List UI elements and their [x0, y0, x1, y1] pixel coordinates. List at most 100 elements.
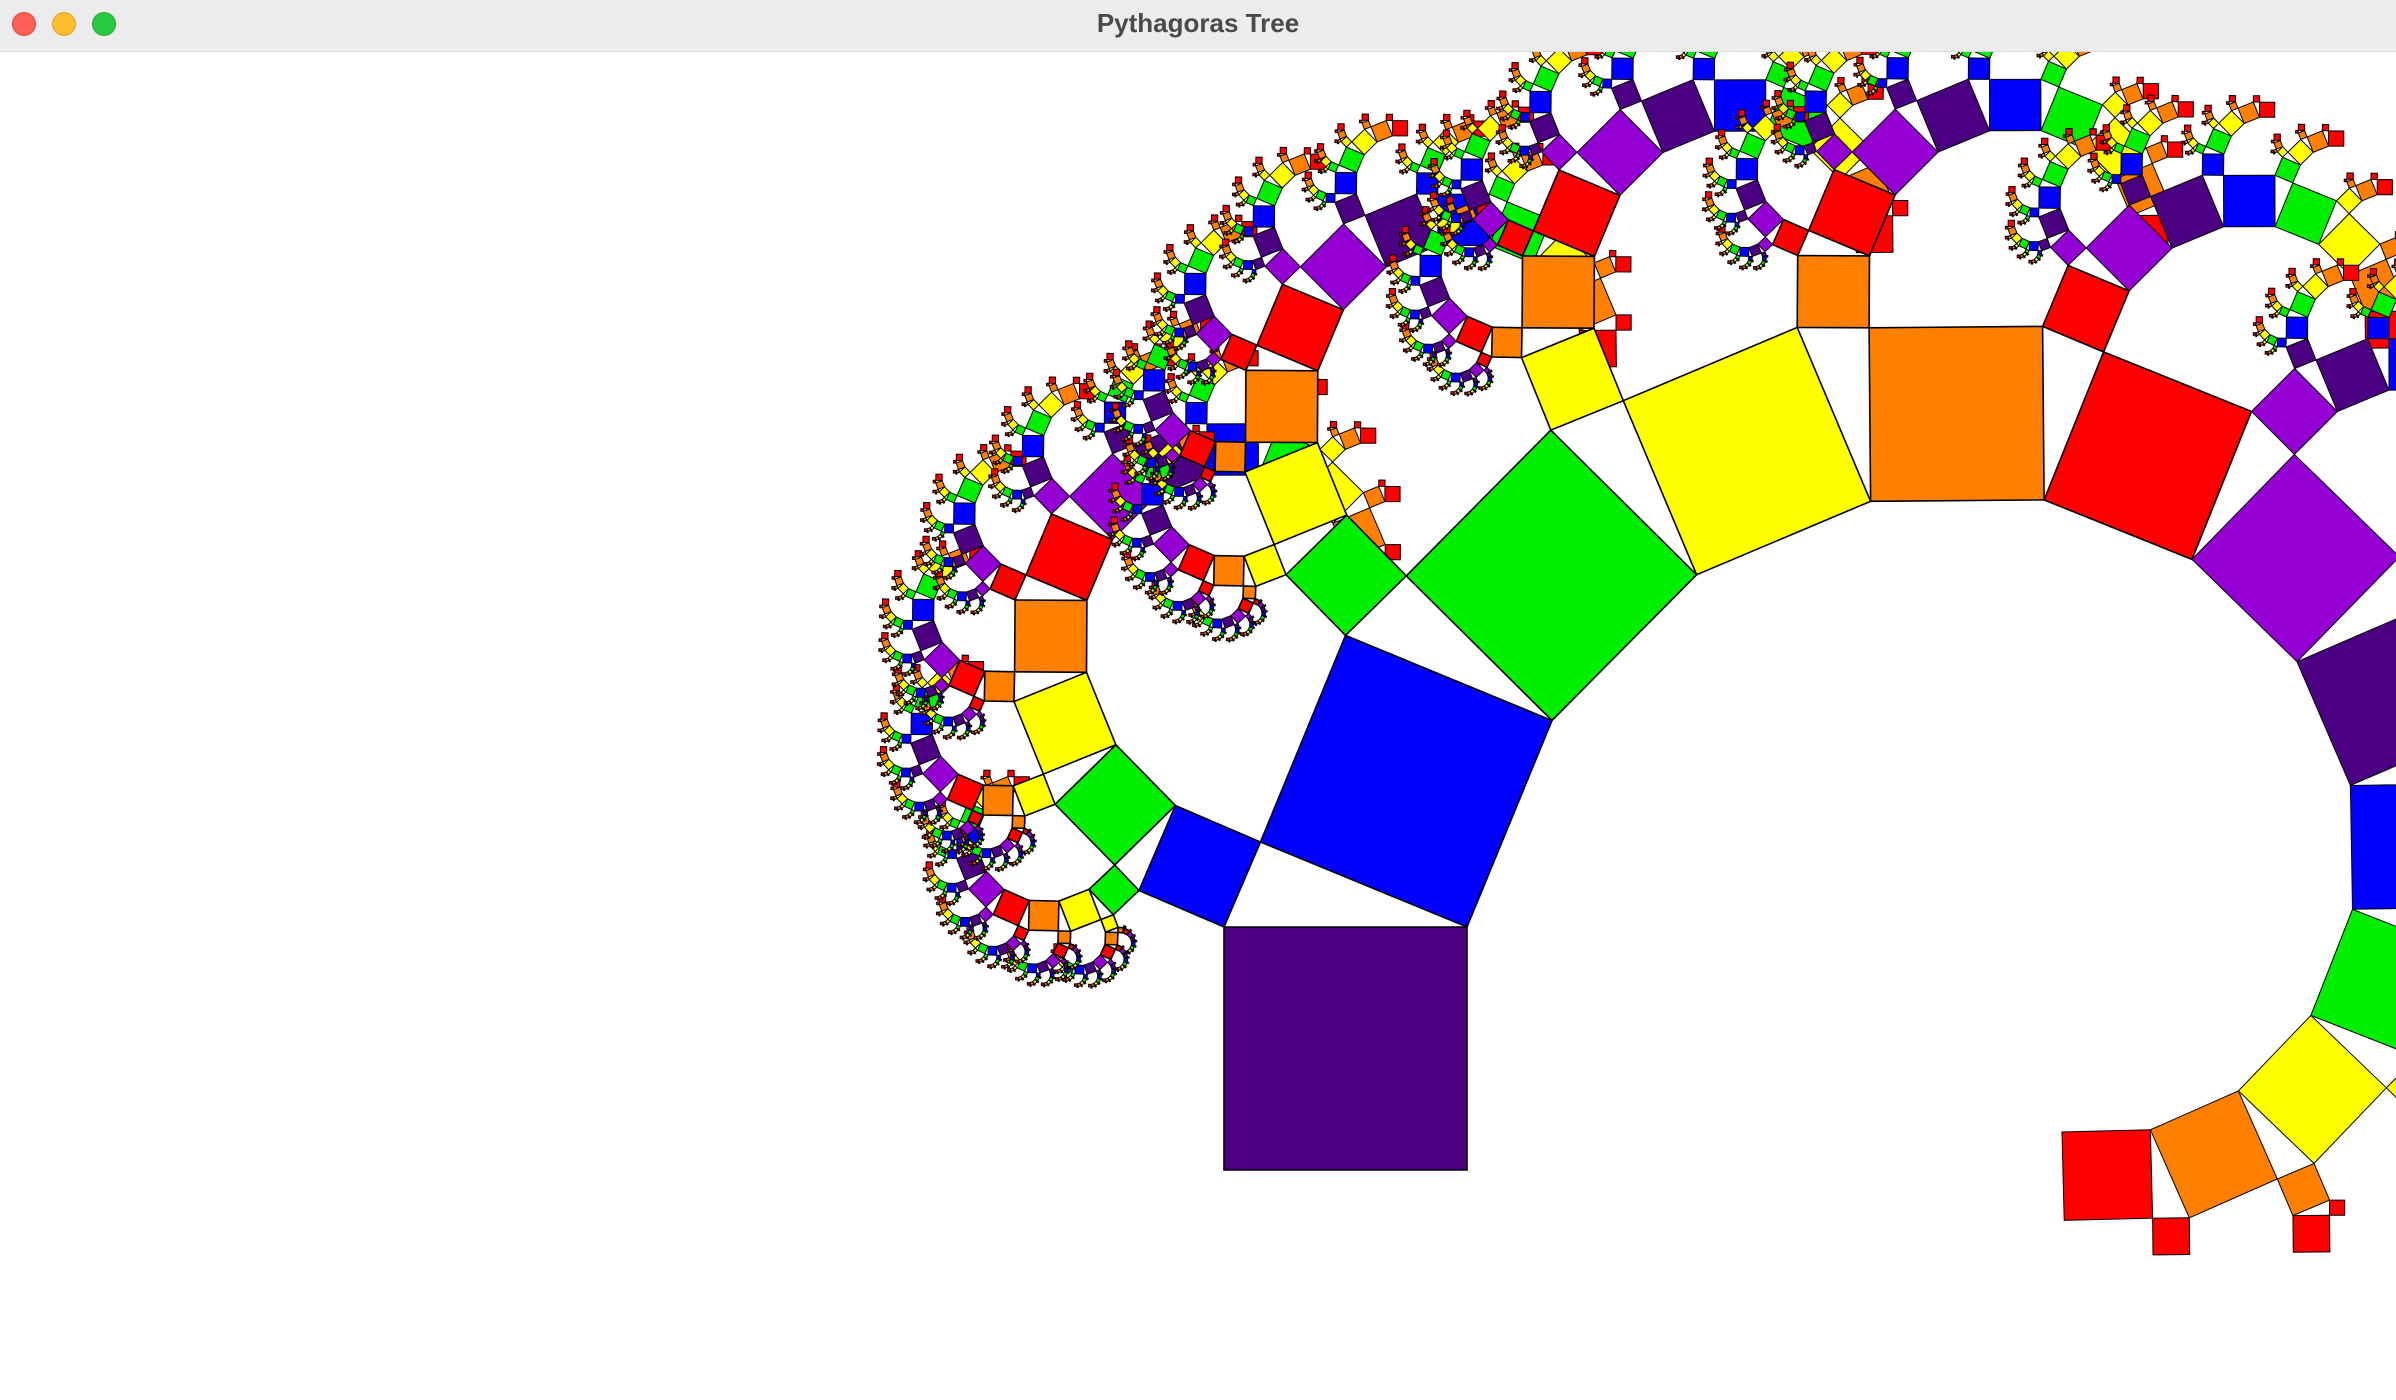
tree-square: [1135, 441, 1141, 447]
tree-square: [1003, 857, 1009, 863]
tree-square: [1441, 384, 1447, 390]
tree-square: [929, 843, 934, 848]
tree-square: [979, 720, 985, 726]
tree-square: [2120, 120, 2124, 125]
tree-square: [1685, 52, 1697, 59]
tree-square: [1334, 193, 1366, 225]
tree-square: [1400, 288, 1406, 294]
tree-square: [1717, 129, 1726, 137]
tree-square: [925, 842, 931, 848]
tree-square: [1210, 214, 1219, 222]
tree-square: [2061, 1129, 2154, 1221]
tree-square: [1692, 57, 1716, 81]
tree-square: [926, 887, 931, 892]
tree-square: [1094, 422, 1105, 433]
tree-square: [951, 725, 957, 731]
tree-square: [2369, 283, 2375, 289]
tree-square: [1511, 61, 1519, 70]
tree-square: [1150, 288, 1155, 293]
tree-square: [956, 609, 961, 614]
tree-square: [1189, 379, 1195, 385]
tree-square: [889, 700, 894, 704]
tree-square: [882, 658, 886, 662]
title-bar[interactable]: Pythagoras Tree: [0, 0, 2396, 52]
tree-square: [1040, 982, 1045, 987]
tree-square: [981, 848, 992, 859]
tree-square: [1529, 90, 1552, 114]
tree-square: [1218, 254, 1223, 259]
tree-square: [953, 502, 976, 525]
tree-square: [1392, 279, 1398, 285]
tree-square: [891, 746, 897, 752]
tree-square: [1410, 357, 1415, 361]
tree-square: [1487, 376, 1493, 382]
tree-square: [1303, 147, 1312, 155]
tree-square: [1186, 224, 1195, 232]
tree-square: [988, 450, 993, 455]
tree-square: [1773, 105, 1779, 111]
tree-square: [1169, 310, 1178, 319]
tree-square: [963, 834, 970, 842]
tree-square: [1441, 225, 1447, 231]
tree-square: [1498, 139, 1504, 145]
tree-square: [902, 653, 913, 664]
tree-square: [1399, 338, 1403, 343]
tree-square: [941, 824, 947, 830]
tree-square: [909, 776, 915, 782]
tree-square: [933, 728, 939, 734]
tree-square: [943, 848, 949, 854]
tree-square: [1073, 416, 1079, 422]
tree-square: [1392, 313, 1398, 319]
tree-square: [1317, 169, 1322, 173]
tree-square: [1726, 178, 1737, 190]
tree-square: [935, 473, 943, 482]
tree-square: [889, 747, 894, 751]
tree-square: [2183, 139, 2189, 145]
tree-square: [1610, 78, 1643, 111]
tree-square: [1499, 90, 1507, 98]
pythagoras-tree-drawing: [876, 52, 2396, 1256]
tree-square: [1029, 980, 1035, 986]
tree-square: [1089, 397, 1095, 403]
tree-square: [2287, 282, 2293, 288]
tree-square: [1752, 265, 1757, 270]
tree-square: [1877, 78, 1888, 89]
tree-square: [1459, 222, 1465, 227]
tree-square: [1702, 173, 1707, 178]
tree-square: [1231, 192, 1236, 197]
tree-square: [956, 591, 967, 602]
tree-square: [1770, 139, 1775, 144]
tree-square: [1163, 356, 1168, 361]
tree-square: [978, 834, 984, 840]
tree-square: [996, 954, 1001, 960]
tree-square: [947, 603, 953, 609]
tree-square: [1486, 256, 1492, 262]
tree-square: [2183, 124, 2192, 132]
tree-square: [2040, 137, 2049, 146]
tree-square: [910, 680, 914, 684]
tree-square: [1405, 428, 1698, 722]
tree-square: [1401, 337, 1407, 343]
tree-square: [1234, 627, 1240, 633]
tree-square: [1388, 269, 1394, 275]
tree-square: [2038, 153, 2042, 158]
tree-square: [1502, 115, 1508, 121]
tree-square: [1086, 398, 1091, 403]
tree-square: [932, 489, 937, 494]
tree-square: [1433, 216, 1439, 222]
tree-square: [936, 811, 942, 816]
tree-square: [994, 867, 999, 871]
tree-square: [1785, 157, 1791, 163]
tree-square: [1334, 139, 1339, 144]
tree-square: [972, 843, 978, 849]
tree-square: [1454, 259, 1460, 265]
tree-square: [1452, 390, 1458, 396]
tree-square: [892, 795, 898, 801]
tree-square: [1188, 613, 1192, 617]
tree-square: [912, 679, 918, 685]
tree-square: [1521, 163, 1527, 169]
tree-square: [925, 861, 933, 869]
tree-square: [1119, 551, 1124, 556]
tree-square: [2091, 178, 2095, 183]
tree-square: [1148, 475, 1154, 481]
